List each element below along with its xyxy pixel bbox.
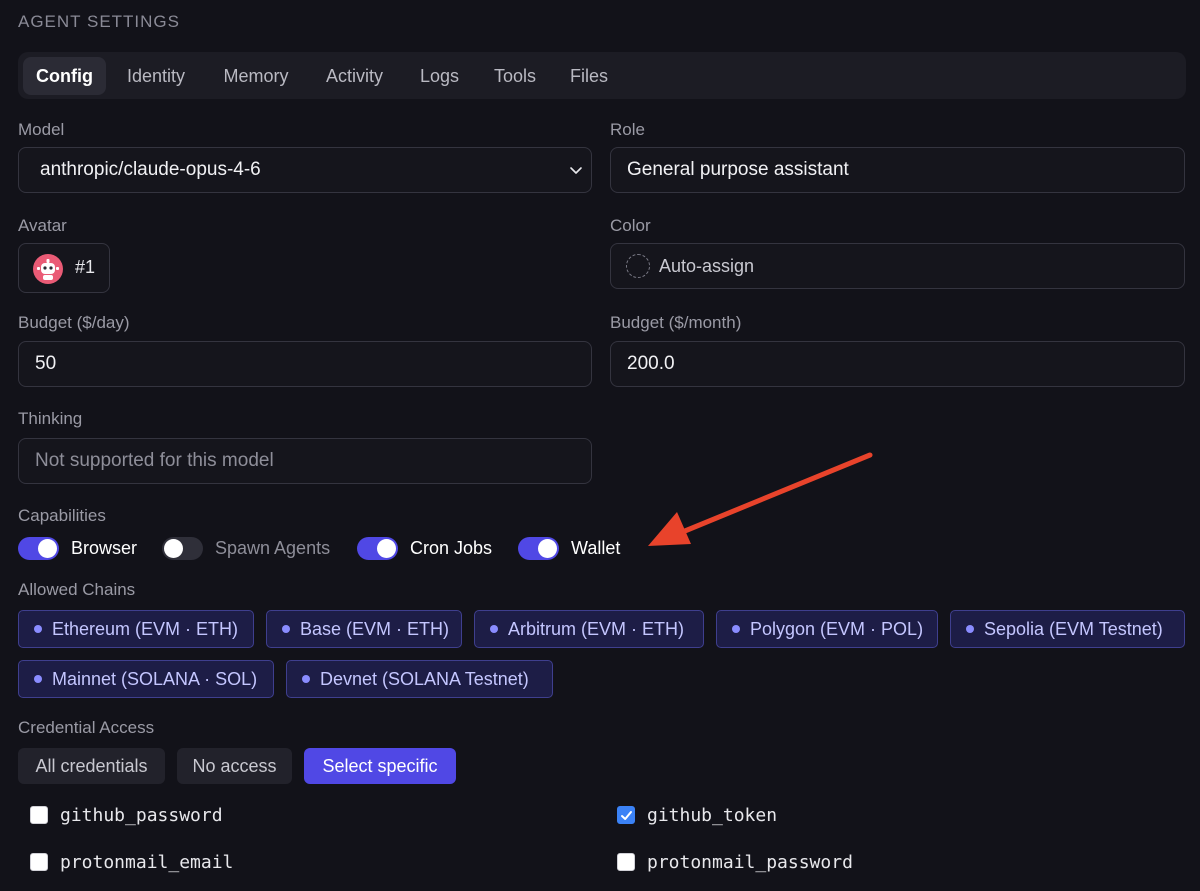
chain-chip-label: Base (EVM · ETH) [300,619,450,639]
robot-avatar-icon [33,254,63,284]
chip-dot-icon [966,625,974,633]
tab-tools[interactable]: Tools [480,57,550,95]
model-select[interactable]: anthropic/claude-opus-4-6 [18,147,592,193]
chip-dot-icon [34,625,42,633]
toggle-knob [38,539,57,558]
chip-dot-icon [282,625,290,633]
chain-chip-polygon[interactable]: Polygon (EVM · POL) [716,610,938,648]
browser-label: Browser [71,538,138,558]
protonmail-password-label: protonmail_password [647,852,853,873]
cron-jobs-toggle[interactable] [357,537,398,560]
github-password-label: github_password [60,805,223,826]
no-access-button[interactable]: No access [177,748,292,784]
github-password-checkbox[interactable] [30,806,48,824]
cron-jobs-label: Cron Jobs [410,538,493,558]
budget-month-input[interactable]: 200.0 [610,341,1185,387]
tab-activity[interactable]: Activity [310,57,399,95]
protonmail-password-checkbox[interactable] [617,853,635,871]
capabilities-label: Capabilities [18,506,106,525]
chain-chip-base[interactable]: Base (EVM · ETH) [266,610,462,648]
color-picker[interactable]: Auto-assign [610,243,1185,289]
wallet-label: Wallet [571,538,621,558]
model-value: anthropic/claude-opus-4-6 [40,159,261,180]
color-value: Auto-assign [659,256,755,276]
budget-day-label: Budget ($/day) [18,313,130,332]
chain-chip-label: Polygon (EVM · POL) [750,619,924,639]
role-label: Role [610,120,645,139]
section-title: AGENT SETTINGS [18,12,180,31]
color-swatch-icon [626,254,650,278]
github-token-checkbox[interactable] [617,806,635,824]
chain-chip-ethereum[interactable]: Ethereum (EVM · ETH) [18,610,254,648]
github-token-label: github_token [647,805,778,826]
model-label: Model [18,120,65,139]
checkmark-icon [621,811,632,820]
protonmail-email-checkbox[interactable] [30,853,48,871]
chip-dot-icon [732,625,740,633]
tab-memory[interactable]: Memory [208,57,304,95]
avatar-picker[interactable]: #1 [18,243,110,293]
thinking-label: Thinking [18,409,83,428]
chain-chip-label: Arbitrum (EVM · ETH) [508,619,685,639]
all-credentials-button[interactable]: All credentials [18,748,165,784]
budget-month-label: Budget ($/month) [610,313,742,332]
chip-dot-icon [34,675,42,683]
toggle-knob [164,539,183,558]
chain-chip-label: Ethereum (EVM · ETH) [52,619,239,639]
spawn-agents-toggle[interactable] [162,537,203,560]
tab-identity[interactable]: Identity [110,57,202,95]
budget-day-input[interactable]: 50 [18,341,592,387]
spawn-agents-label: Spawn Agents [215,538,331,558]
protonmail-email-label: protonmail_email [60,852,234,873]
chain-chip-sepolia[interactable]: Sepolia (EVM Testnet) [950,610,1185,648]
wallet-toggle[interactable] [518,537,559,560]
chain-chip-devnet[interactable]: Devnet (SOLANA Testnet) [286,660,553,698]
avatar-number: #1 [75,257,96,277]
chip-dot-icon [490,625,498,633]
tab-config[interactable]: Config [23,57,106,95]
thinking-input[interactable]: Not supported for this model [18,438,592,484]
annotation-arrow-icon [648,452,873,546]
select-specific-button[interactable]: Select specific [304,748,456,784]
role-input[interactable]: General purpose assistant [610,147,1185,193]
tab-logs[interactable]: Logs [407,57,472,95]
chevron-down-icon [570,167,582,174]
tab-files[interactable]: Files [558,57,620,95]
chain-chip-arbitrum[interactable]: Arbitrum (EVM · ETH) [474,610,704,648]
chains-label: Allowed Chains [18,580,136,599]
toggle-knob [538,539,557,558]
chain-chip-label: Sepolia (EVM Testnet) [984,619,1163,639]
chip-dot-icon [302,675,310,683]
browser-toggle[interactable] [18,537,59,560]
tab-bar: Config Identity Memory Activity Logs Too… [18,52,1186,99]
avatar-label: Avatar [18,216,67,235]
chain-chip-mainnet[interactable]: Mainnet (SOLANA · SOL) [18,660,274,698]
color-label: Color [610,216,651,235]
chain-chip-label: Mainnet (SOLANA · SOL) [52,669,258,689]
credential-access-label: Credential Access [18,718,155,737]
chain-chip-label: Devnet (SOLANA Testnet) [320,669,529,689]
toggle-knob [377,539,396,558]
